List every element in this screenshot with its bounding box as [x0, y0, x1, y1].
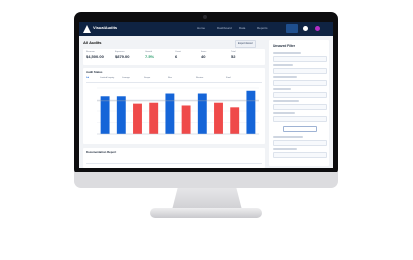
chart-bar[interactable] — [181, 105, 191, 134]
camera-icon — [203, 15, 207, 19]
apply-filter-button[interactable] — [283, 126, 317, 132]
filter-input-2[interactable] — [273, 68, 327, 74]
nav-item-data[interactable]: Data — [239, 26, 245, 30]
kpi-label: Expenses — [115, 51, 125, 53]
app-screen: VisualAudits Home Dashboard Data Reports… — [79, 22, 333, 168]
monitor-stand — [172, 188, 242, 210]
chart-bar[interactable] — [197, 93, 207, 134]
monitor: VisualAudits Home Dashboard Data Reports… — [74, 12, 338, 188]
chart-bar[interactable] — [149, 102, 159, 134]
kpi-label: Growth — [145, 51, 153, 53]
kpi-count: Count 6 — [175, 51, 181, 59]
filter-label-line — [273, 136, 303, 138]
filter-panel-title: Unsaved Filter — [273, 44, 295, 48]
kpi-value: 6 — [175, 54, 178, 59]
filter-panel: Unsaved Filter — [269, 40, 329, 166]
kpi-label: Count — [175, 51, 181, 53]
nav-item-home[interactable]: Home — [197, 26, 205, 30]
kpi-value: 40 — [201, 54, 206, 59]
filter-input-3[interactable] — [273, 80, 327, 86]
filter-label-line — [273, 88, 291, 90]
filter-input-6[interactable] — [273, 116, 327, 122]
kpi-row: Revenue $4,500.00 Expenses $879.00 Growt… — [83, 49, 265, 65]
documentation-tabs — [86, 158, 262, 164]
chart-card: Audit Status Jul Limited Inquiry Lineage… — [83, 68, 265, 144]
monitor-base — [150, 208, 262, 218]
filter-label-line — [273, 76, 297, 78]
documentation-card-title: Documentation Report — [86, 150, 117, 154]
kpi-value: 52 — [231, 54, 236, 59]
kpi-label: Revenue — [86, 51, 95, 53]
top-navigation-bar: VisualAudits Home Dashboard Data Reports — [79, 22, 333, 36]
kpi-label: Items — [201, 51, 207, 53]
kpi-label: Total — [231, 51, 236, 53]
chart-bar[interactable] — [165, 93, 175, 134]
filter-label-line — [273, 100, 299, 102]
filter-input-1[interactable] — [273, 56, 327, 62]
avatar[interactable] — [315, 26, 320, 31]
filter-label-line — [273, 112, 295, 114]
kpi-growth: Growth 7.5% — [145, 51, 154, 59]
chart-bar[interactable] — [116, 96, 126, 134]
kpi-value: 7.5% — [145, 54, 155, 59]
kpi-value: $879.00 — [115, 54, 130, 59]
monitor-bezel: VisualAudits Home Dashboard Data Reports… — [74, 12, 338, 176]
kpi-total: Total 52 — [231, 51, 236, 59]
filter-input-5[interactable] — [273, 104, 327, 110]
chart-bar[interactable] — [214, 102, 223, 134]
filter-label-line — [273, 64, 293, 66]
kpi-revenue: Revenue $4,500.00 — [86, 51, 104, 59]
filter-input-4[interactable] — [273, 92, 327, 98]
filter-label-line — [273, 148, 297, 150]
chart-bar[interactable] — [133, 103, 142, 134]
nav-item-reports[interactable]: Reports — [257, 26, 268, 30]
chart-bar[interactable] — [100, 96, 110, 134]
logo-icon — [83, 25, 91, 33]
nav-item-active[interactable] — [286, 24, 298, 33]
filter-label-line — [273, 52, 301, 54]
main-content: All Audits Export Excel Revenue $4,500.0… — [83, 40, 265, 168]
export-button[interactable]: Export Excel — [235, 40, 256, 48]
monitor-chin — [74, 172, 338, 188]
page-title: All Audits — [83, 40, 102, 45]
bar-chart — [97, 87, 259, 135]
documentation-card: Documentation Report — [83, 148, 265, 168]
notification-icon[interactable] — [303, 26, 308, 31]
filter-input-8[interactable] — [273, 152, 327, 158]
kpi-items: Items 40 — [201, 51, 206, 59]
kpi-value: $4,500.00 — [86, 54, 104, 59]
nav-item-dashboard[interactable]: Dashboard — [217, 26, 232, 30]
brand-name: VisualAudits — [93, 25, 118, 30]
filter-input-7[interactable] — [273, 140, 327, 146]
kpi-expenses: Expenses $879.00 — [115, 51, 129, 59]
chart-bar[interactable] — [246, 90, 256, 134]
chart-bar[interactable] — [230, 107, 240, 134]
